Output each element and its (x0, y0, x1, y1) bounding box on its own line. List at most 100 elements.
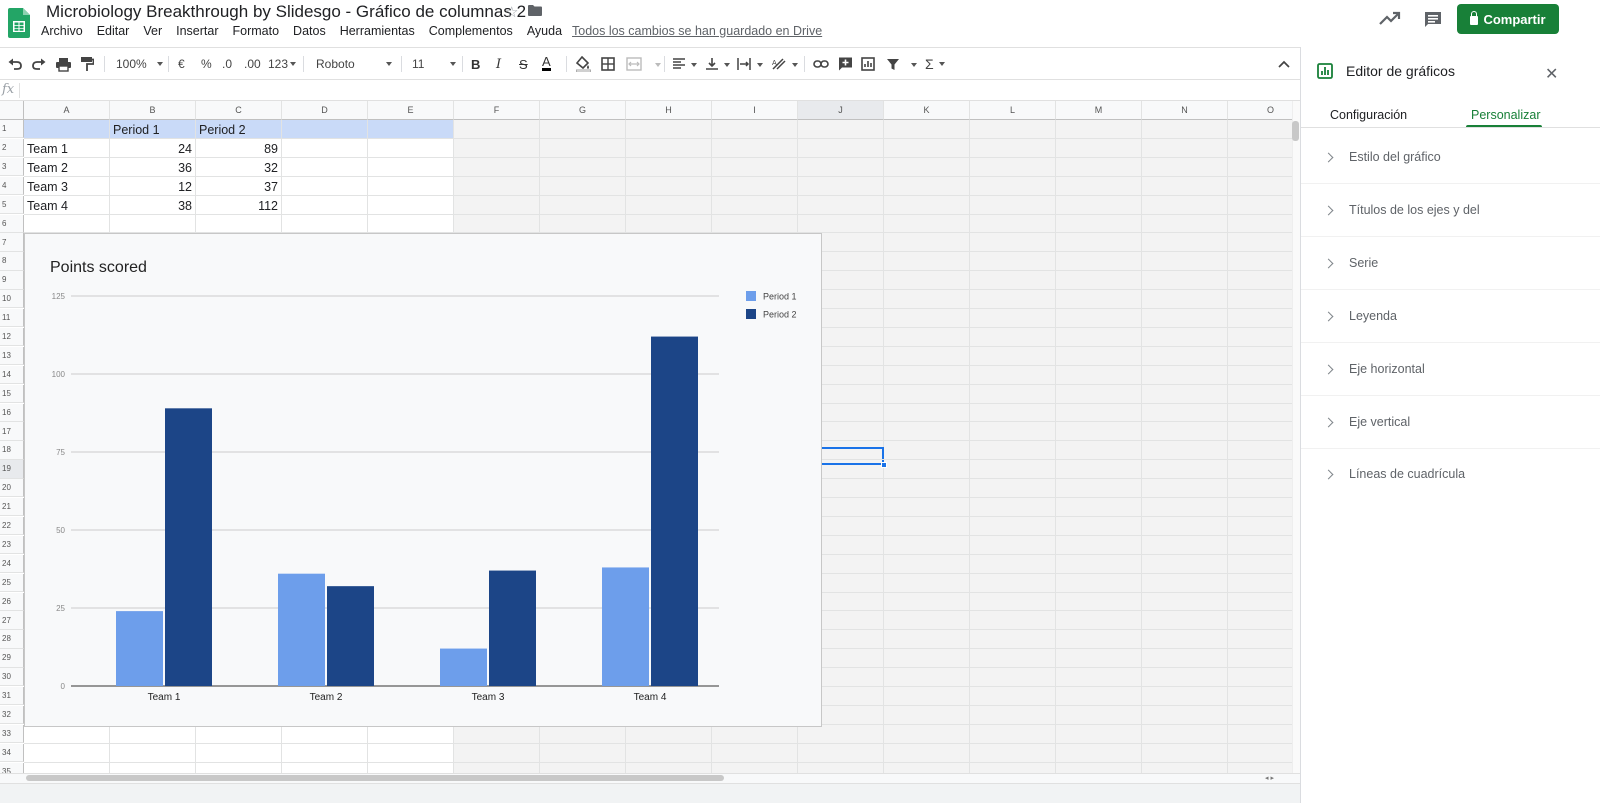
cell-b5[interactable]: 38 (110, 197, 192, 215)
cell-a5[interactable]: Team 4 (27, 197, 68, 215)
row-header-18[interactable]: 18 (0, 441, 24, 460)
menu-archivo[interactable]: Archivo (40, 24, 84, 42)
selected-cell-j19[interactable] (820, 447, 884, 465)
save-status-link[interactable]: Todos los cambios se han guardado en Dri… (572, 24, 822, 38)
select-all-corner[interactable] (0, 101, 24, 120)
folder-icon[interactable] (528, 5, 542, 16)
cell-b3[interactable]: 36 (110, 159, 192, 177)
row-header-3[interactable]: 3 (0, 157, 24, 177)
row-header-33[interactable]: 33 (0, 724, 24, 744)
insert-chart-icon[interactable] (861, 56, 875, 72)
text-rotation-icon[interactable]: A (771, 56, 787, 72)
paint-format-icon[interactable] (80, 56, 94, 72)
sheets-logo-icon[interactable] (8, 8, 30, 38)
insert-link-icon[interactable] (813, 56, 829, 72)
col-header-a[interactable]: A (24, 101, 110, 120)
col-header-b[interactable]: B (110, 101, 196, 120)
horizontal-scroll-thumb[interactable] (26, 775, 724, 781)
row-header-29[interactable]: 29 (0, 649, 24, 668)
row-header-5[interactable]: 5 (0, 195, 24, 214)
row-header-8[interactable]: 8 (0, 252, 24, 271)
row-header-1[interactable]: 1 (0, 120, 24, 139)
cell-a2[interactable]: Team 1 (27, 140, 68, 158)
col-header-g[interactable]: G (540, 101, 626, 120)
text-wrap-icon[interactable] (737, 56, 751, 72)
menu-ayuda[interactable]: Ayuda (526, 24, 563, 42)
row-header-12[interactable]: 12 (0, 327, 24, 347)
row-header-6[interactable]: 6 (0, 214, 24, 233)
strikethrough-button[interactable]: S (519, 56, 528, 72)
cell-b4[interactable]: 12 (110, 178, 192, 196)
section-leyenda[interactable]: Leyenda (1323, 304, 1583, 328)
section-lineas-cuadricula[interactable]: Líneas de cuadrícula (1323, 462, 1583, 486)
close-icon[interactable]: ✕ (1545, 64, 1558, 84)
document-title[interactable]: Microbiology Breakthrough by Slidesgo - … (46, 2, 526, 22)
row-header-24[interactable]: 24 (0, 554, 24, 574)
vertical-scrollbar[interactable] (1292, 101, 1300, 773)
col-header-m[interactable]: M (1056, 101, 1142, 120)
menu-editar[interactable]: Editar (96, 24, 131, 42)
bold-button[interactable]: B (471, 56, 480, 72)
col-header-e[interactable]: E (368, 101, 454, 120)
vertical-scroll-thumb[interactable] (1292, 121, 1299, 141)
menu-datos[interactable]: Datos (292, 24, 327, 42)
tab-configuracion[interactable]: Configuración (1330, 108, 1407, 122)
increase-decimals-button[interactable]: .00 (244, 56, 261, 72)
col-header-n[interactable]: N (1142, 101, 1228, 120)
italic-button[interactable]: I (496, 56, 501, 72)
section-estilo-grafico[interactable]: Estilo del gráfico (1323, 145, 1583, 169)
vertical-align-icon[interactable] (705, 56, 719, 72)
print-icon[interactable] (56, 56, 71, 72)
col-header-f[interactable]: F (454, 101, 540, 120)
borders-icon[interactable] (601, 56, 615, 72)
col-header-c[interactable]: C (196, 101, 282, 120)
zoom-select[interactable]: 100% (116, 56, 163, 72)
section-eje-vertical[interactable]: Eje vertical (1323, 410, 1583, 434)
currency-format-button[interactable]: € (178, 56, 185, 72)
cell-c5[interactable]: 112 (196, 197, 278, 215)
row-header-27[interactable]: 27 (0, 611, 24, 630)
embedded-chart[interactable]: Points scored 0 25 50 75 100 125 Team 1 Team 2… (24, 233, 822, 727)
trending-icon[interactable] (1379, 10, 1401, 26)
insert-comment-icon[interactable] (838, 56, 853, 72)
tab-personalizar[interactable]: Personalizar (1471, 108, 1540, 122)
text-color-button[interactable]: A (542, 54, 551, 71)
decrease-decimals-button[interactable]: .0 (222, 56, 232, 72)
col-header-h[interactable]: H (626, 101, 712, 120)
text-rotation-dropdown-icon[interactable] (792, 63, 798, 67)
row-header-9[interactable]: 9 (0, 271, 24, 290)
vertical-align-dropdown-icon[interactable] (724, 63, 730, 67)
share-button[interactable]: Compartir (1457, 4, 1559, 34)
row-header-35[interactable]: 35 (0, 762, 24, 773)
number-format-select[interactable]: 123 (268, 56, 297, 72)
row-header-13[interactable]: 13 (0, 346, 24, 366)
row-header-16[interactable]: 16 (0, 403, 24, 422)
text-wrap-dropdown-icon[interactable] (757, 63, 763, 67)
collapse-toolbar-icon[interactable] (1278, 56, 1290, 72)
functions-button[interactable]: Σ (925, 56, 945, 72)
col-header-i[interactable]: I (712, 101, 798, 120)
row-header-30[interactable]: 30 (0, 668, 24, 687)
col-header-d[interactable]: D (282, 101, 368, 120)
filter-dropdown-icon[interactable] (911, 63, 917, 67)
col-header-j[interactable]: J (798, 101, 884, 120)
col-header-k[interactable]: K (884, 101, 970, 120)
menu-complementos[interactable]: Complementos (428, 24, 514, 42)
cell-a4[interactable]: Team 3 (27, 178, 68, 196)
cell-c1[interactable]: Period 2 (199, 121, 246, 139)
row-header-17[interactable]: 17 (0, 422, 24, 441)
menu-ver[interactable]: Ver (142, 24, 163, 42)
row-header-26[interactable]: 26 (0, 592, 24, 611)
row-header-7[interactable]: 7 (0, 233, 24, 252)
row-header-19[interactable]: 19 (0, 460, 24, 479)
formula-input[interactable] (24, 82, 1294, 98)
row-header-10[interactable]: 10 (0, 290, 24, 309)
fill-color-icon[interactable] (576, 56, 591, 72)
section-serie[interactable]: Serie (1323, 251, 1583, 275)
menu-insertar[interactable]: Insertar (175, 24, 219, 42)
row-header-21[interactable]: 21 (0, 498, 24, 517)
section-eje-horizontal[interactable]: Eje horizontal (1323, 357, 1583, 381)
row-header-15[interactable]: 15 (0, 384, 24, 403)
horizontal-align-icon[interactable] (672, 56, 686, 72)
merge-cells-icon[interactable] (626, 56, 642, 72)
